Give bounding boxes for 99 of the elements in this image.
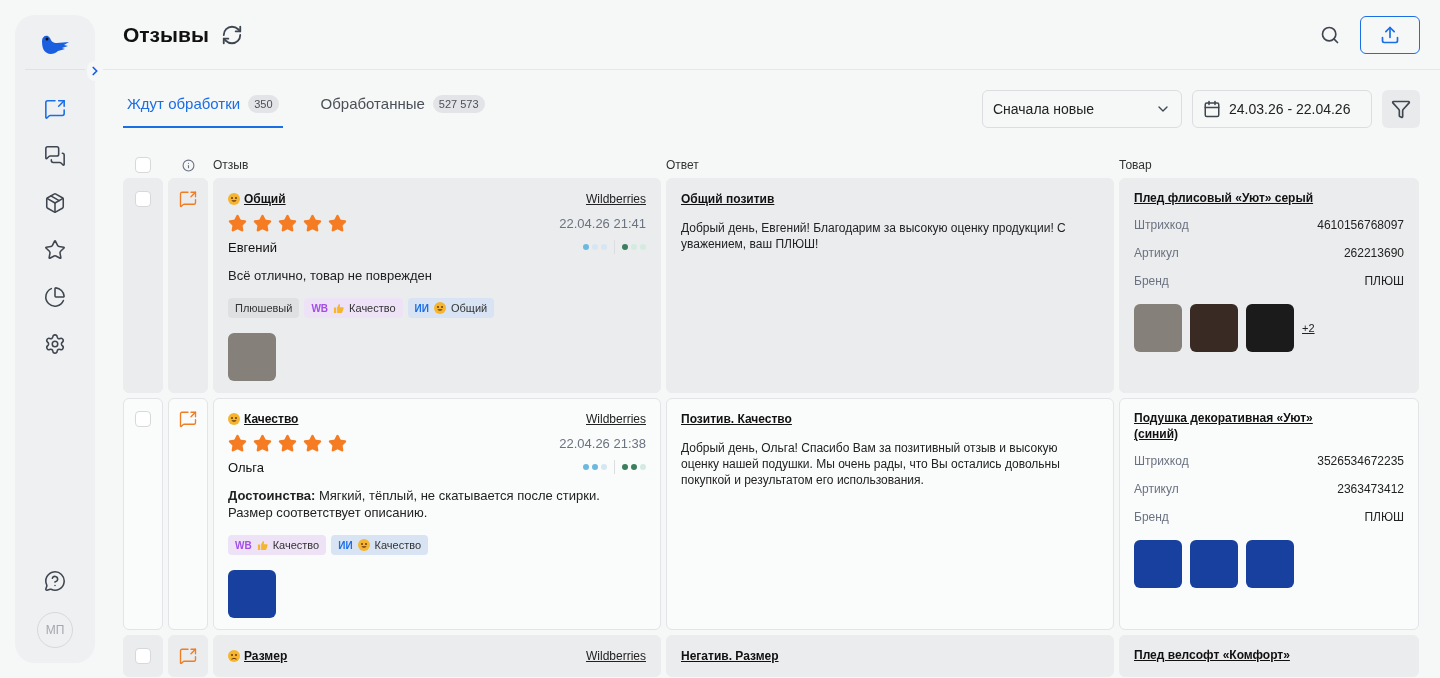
column-header: Товар	[1119, 157, 1153, 174]
help-icon[interactable]	[44, 570, 66, 592]
bird-logo-icon	[39, 33, 71, 57]
column-header: Ответ	[666, 157, 700, 174]
field-label: Артикул	[1134, 245, 1179, 262]
pie-chart-icon	[44, 286, 66, 308]
star-icon	[278, 214, 297, 234]
tag: ИИ Качество	[331, 535, 429, 555]
tab-count: 527 573	[432, 94, 485, 113]
checkbox[interactable]	[135, 191, 151, 207]
marketplace-link[interactable]: Wildberries	[586, 190, 646, 208]
nav-item[interactable]	[44, 145, 66, 167]
nav-item[interactable]	[44, 333, 66, 355]
settings-icon	[44, 333, 66, 355]
review-text: Всё отлично, товар не поврежден	[228, 267, 433, 284]
field-value: ПЛЮШ	[1364, 509, 1404, 526]
happy-face-icon	[228, 193, 240, 205]
refresh-icon[interactable]	[220, 23, 243, 46]
tag: ИИ Общий	[407, 298, 495, 318]
tab[interactable]: Обработанные 527 573	[316, 92, 489, 128]
review-topic-link[interactable]: Общий	[228, 190, 286, 208]
select-all-checkbox[interactable]	[135, 157, 151, 173]
field-value: ПЛЮШ	[1364, 273, 1404, 290]
tab[interactable]: Ждут обработки 350	[123, 92, 283, 128]
field-label: Штрихкод	[1134, 217, 1189, 234]
happy-face-icon	[434, 302, 446, 314]
chats-icon	[44, 145, 66, 167]
product-title-link[interactable]: Подушка декоративная «Уют» (синий)	[1134, 410, 1404, 442]
field-label: Бренд	[1134, 273, 1169, 290]
tag-source: WB	[235, 538, 252, 553]
answer-template-link[interactable]: Позитив. Качество	[681, 410, 792, 428]
tag-source: ИИ	[414, 301, 429, 316]
calendar-icon	[1203, 100, 1221, 118]
photo-placeholder[interactable]	[1190, 304, 1238, 352]
reply-icon[interactable]	[179, 410, 197, 428]
review-text: Достоинства: Мягкий, тёплый, не скатывается после стирки. Размер соответствует описанию.	[228, 487, 601, 521]
sort-dropdown[interactable]: Сначала новые	[982, 90, 1182, 128]
answer-text: Добрый день, Ольга! Спасибо Вам за позитивный отзыв и высокую оценку нашей подушки. Мы очень рады, что Вы остались довольны покупкой и результатом его использования.	[681, 440, 1061, 488]
checkbox[interactable]	[135, 648, 151, 664]
answer-text: Добрый день, Евгений! Благодарим за высокую оценку продукции! С уважением, ваш ПЛЮШ!	[681, 220, 1067, 252]
star-icon	[303, 214, 322, 234]
more-photos-link[interactable]: +2	[1302, 319, 1315, 337]
field-label: Штрихкод	[1134, 453, 1189, 470]
tag: WB Качество	[228, 535, 327, 555]
sad-face-icon	[228, 650, 240, 662]
answer-template-link[interactable]: Негатив. Размер	[681, 647, 779, 665]
answer-template-link[interactable]: Общий позитив	[681, 190, 775, 208]
upload-icon	[1380, 24, 1400, 45]
review-date: 22.04.26 21:41	[559, 215, 646, 233]
export-button[interactable]	[1360, 15, 1420, 54]
nav-item[interactable]	[44, 98, 66, 120]
thumbs-up-icon	[256, 539, 268, 551]
star-icon	[253, 214, 272, 234]
star-icon	[278, 434, 297, 454]
nav-item[interactable]	[44, 192, 66, 214]
column-header: Отзыв	[213, 157, 250, 174]
checkbox[interactable]	[135, 411, 151, 427]
star-icon	[303, 434, 322, 454]
nav-item[interactable]	[44, 286, 66, 308]
star-icon	[253, 434, 272, 454]
thumbs-up-icon	[333, 302, 345, 314]
happy-face-icon	[228, 413, 240, 425]
author-name: Ольга	[228, 458, 264, 477]
author-name: Евгений	[228, 238, 277, 257]
field-value: 2363473412	[1337, 481, 1404, 498]
field-value: 4610156768097	[1317, 217, 1404, 234]
reply-icon[interactable]	[179, 190, 197, 208]
filter-button[interactable]	[1382, 90, 1420, 128]
field-value: 3526534672235	[1317, 453, 1404, 470]
tag-source: ИИ	[338, 538, 353, 553]
page-title: Отзывы	[123, 21, 209, 48]
tag: Плюшевый	[228, 298, 300, 318]
product-title-link[interactable]: Плед флисовый «Уют» серый	[1134, 190, 1404, 206]
review-topic-link[interactable]: Размер	[228, 647, 288, 665]
field-value: 262213690	[1343, 245, 1404, 262]
tag-source: WB	[311, 301, 329, 316]
info-icon[interactable]	[181, 158, 195, 172]
star-icon	[44, 239, 66, 261]
nav-item[interactable]	[44, 239, 66, 261]
tag: WB Качество	[304, 298, 403, 318]
date-range-field[interactable]: 24.03.26 - 22.04.26	[1192, 90, 1372, 128]
star-icon	[228, 434, 247, 454]
star-icon	[228, 214, 247, 234]
tab-count: 350	[248, 94, 279, 113]
star-icon	[328, 434, 347, 454]
search-icon[interactable]	[1320, 24, 1340, 45]
field-label: Бренд	[1134, 509, 1169, 526]
review-date: 22.04.26 21:38	[559, 435, 646, 453]
field-label: Артикул	[1134, 481, 1179, 498]
box-icon	[44, 192, 66, 214]
review-topic-link[interactable]: Качество	[228, 410, 299, 428]
reviews-icon	[44, 98, 66, 120]
reply-icon[interactable]	[179, 647, 197, 665]
marketplace-link[interactable]: Wildberries	[586, 647, 646, 665]
star-icon	[328, 214, 347, 234]
filter-icon	[1391, 99, 1411, 119]
happy-face-icon	[357, 539, 370, 551]
marketplace-link[interactable]: Wildberries	[586, 410, 646, 428]
photo-placeholder[interactable]	[1246, 304, 1294, 352]
